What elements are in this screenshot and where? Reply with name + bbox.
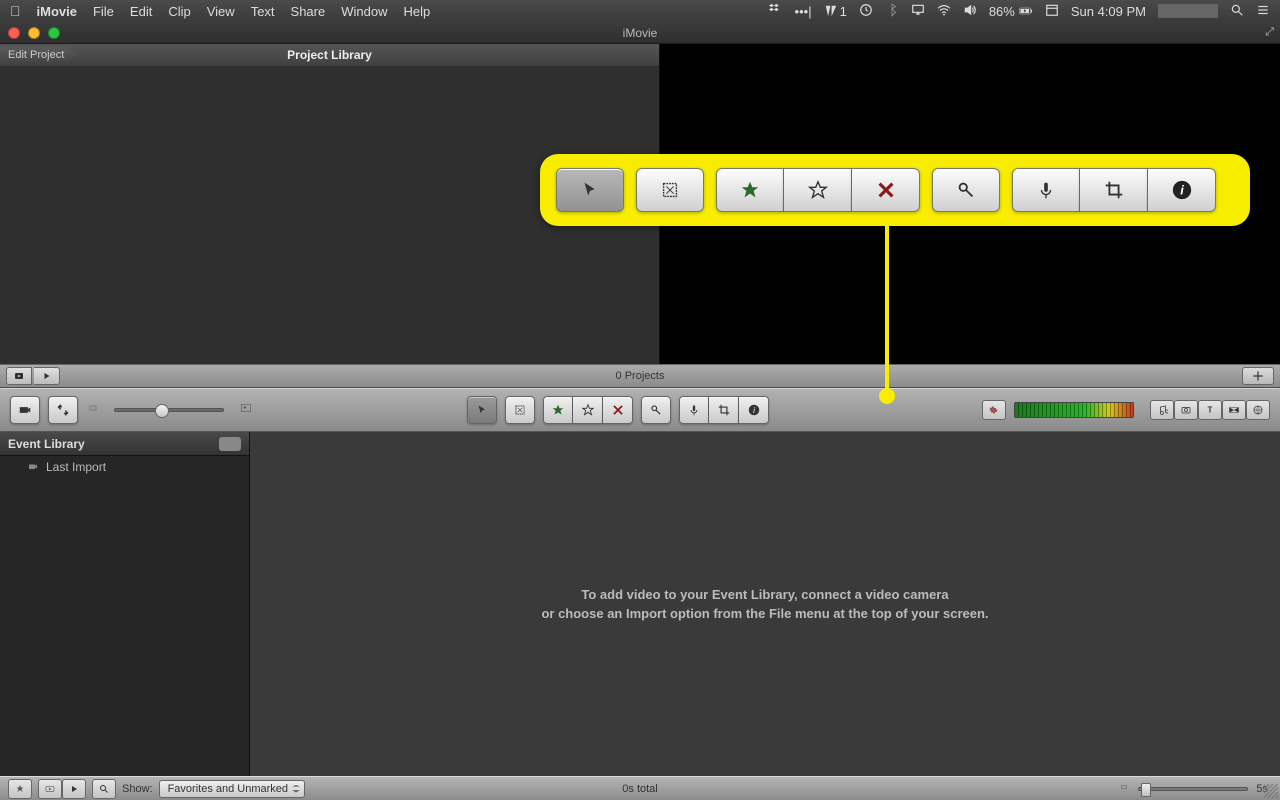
arrow-tool-button[interactable] bbox=[467, 396, 497, 424]
annot-voiceover-button[interactable] bbox=[1012, 168, 1080, 212]
annotation-callout: i bbox=[540, 154, 1250, 226]
thumb-small-icon bbox=[1118, 782, 1130, 795]
mac-menubar:  iMovie File Edit Clip View Text Share … bbox=[0, 0, 1280, 22]
event-browser: To add video to your Event Library, conn… bbox=[250, 432, 1280, 776]
audio-waveform-button[interactable] bbox=[982, 400, 1006, 420]
close-window-button[interactable] bbox=[8, 27, 20, 39]
date-icon[interactable] bbox=[1045, 3, 1059, 20]
play-project-button[interactable] bbox=[6, 367, 32, 385]
inspector-button[interactable]: i bbox=[739, 396, 769, 424]
wifi-icon[interactable] bbox=[937, 3, 951, 20]
svg-text:T: T bbox=[1208, 406, 1213, 415]
show-filter-select[interactable]: Favorites and Unmarked bbox=[159, 780, 305, 798]
annot-inspector-button[interactable]: i bbox=[1148, 168, 1216, 212]
time-machine-icon[interactable] bbox=[859, 3, 873, 20]
window-title: iMovie bbox=[623, 26, 658, 40]
menu-file[interactable]: File bbox=[93, 4, 114, 19]
edit-tool-button[interactable] bbox=[505, 396, 535, 424]
show-label: Show: bbox=[122, 783, 153, 795]
keyword-tool-button[interactable] bbox=[641, 396, 671, 424]
menu-share[interactable]: Share bbox=[291, 4, 326, 19]
app-name[interactable]: iMovie bbox=[37, 4, 77, 19]
import-camera-button[interactable] bbox=[10, 396, 40, 424]
annot-arrow-tool-button[interactable] bbox=[556, 168, 624, 212]
event-library-title: Event Library bbox=[8, 437, 85, 451]
project-strip: 0 Projects bbox=[0, 364, 1280, 388]
event-item-label: Last Import bbox=[46, 460, 106, 474]
frame-large-icon bbox=[238, 401, 254, 420]
volume-icon[interactable] bbox=[963, 3, 977, 20]
search-events-button[interactable] bbox=[92, 779, 116, 799]
annot-reject-button[interactable] bbox=[852, 168, 920, 212]
center-toolbar: i T bbox=[0, 388, 1280, 432]
bluetooth-icon[interactable] bbox=[885, 3, 899, 20]
project-count: 0 Projects bbox=[616, 370, 665, 382]
empty-event-message: To add video to your Event Library, conn… bbox=[541, 585, 988, 624]
play-event-fullscreen-button[interactable] bbox=[62, 779, 86, 799]
svg-text:i: i bbox=[753, 406, 755, 415]
resize-grip[interactable] bbox=[1264, 784, 1278, 798]
event-library-sidebar: Event Library Last Import bbox=[0, 432, 250, 776]
play-event-button[interactable] bbox=[38, 779, 62, 799]
event-total-duration: 0s total bbox=[622, 783, 657, 795]
window-titlebar: iMovie ⤢ bbox=[0, 22, 1280, 44]
bottom-strip: Show: Favorites and Unmarked 0s total 5s bbox=[0, 776, 1280, 800]
annot-crop-button[interactable] bbox=[1080, 168, 1148, 212]
airplay-icon[interactable] bbox=[911, 3, 925, 20]
favorite-button[interactable] bbox=[543, 396, 573, 424]
menu-extra-dots[interactable]: •••| bbox=[795, 4, 812, 19]
zoom-window-button[interactable] bbox=[48, 27, 60, 39]
crop-button[interactable] bbox=[709, 396, 739, 424]
transitions-browser-button[interactable] bbox=[1222, 400, 1246, 420]
unmark-button[interactable] bbox=[573, 396, 603, 424]
thumbnail-size-slider[interactable] bbox=[114, 408, 224, 412]
annot-favorite-button[interactable] bbox=[716, 168, 784, 212]
minimize-window-button[interactable] bbox=[28, 27, 40, 39]
clock[interactable]: Sun 4:09 PM bbox=[1071, 4, 1146, 19]
spotlight-icon[interactable] bbox=[1230, 3, 1244, 20]
fullscreen-icon[interactable]: ⤢ bbox=[1265, 26, 1274, 39]
annot-edit-tool-button[interactable] bbox=[636, 168, 704, 212]
frame-small-icon bbox=[86, 401, 100, 419]
menu-edit[interactable]: Edit bbox=[130, 4, 152, 19]
edit-project-breadcrumb[interactable]: Edit Project bbox=[0, 47, 76, 63]
menu-view[interactable]: View bbox=[207, 4, 235, 19]
drive-icon[interactable] bbox=[219, 437, 241, 451]
svg-text:i: i bbox=[1180, 183, 1184, 198]
new-project-button[interactable] bbox=[1242, 367, 1274, 385]
notification-center-icon[interactable] bbox=[1256, 3, 1270, 20]
menu-help[interactable]: Help bbox=[403, 4, 430, 19]
photo-browser-button[interactable] bbox=[1174, 400, 1198, 420]
music-browser-button[interactable] bbox=[1150, 400, 1174, 420]
annot-unmark-button[interactable] bbox=[784, 168, 852, 212]
play-fullscreen-button[interactable] bbox=[34, 367, 60, 385]
reject-button[interactable] bbox=[603, 396, 633, 424]
swap-layout-button[interactable] bbox=[48, 396, 78, 424]
titles-browser-button[interactable]: T bbox=[1198, 400, 1222, 420]
clip-thumbnail-slider[interactable] bbox=[1138, 787, 1248, 791]
menu-text[interactable]: Text bbox=[251, 4, 275, 19]
maps-browser-button[interactable] bbox=[1246, 400, 1270, 420]
voiceover-button[interactable] bbox=[679, 396, 709, 424]
user-name-redacted bbox=[1158, 4, 1218, 18]
menu-clip[interactable]: Clip bbox=[168, 4, 190, 19]
event-last-import[interactable]: Last Import bbox=[0, 456, 249, 478]
audio-level-meter bbox=[1014, 402, 1134, 418]
battery-indicator[interactable]: 86% bbox=[989, 4, 1033, 19]
annot-keyword-button[interactable] bbox=[932, 168, 1000, 212]
dropbox-icon[interactable] bbox=[769, 3, 783, 20]
project-library-title: Project Library bbox=[287, 48, 372, 62]
menu-window[interactable]: Window bbox=[341, 4, 387, 19]
toggle-favorites-button[interactable] bbox=[8, 779, 32, 799]
apple-icon[interactable]:  bbox=[10, 3, 21, 19]
adobe-cc-icon[interactable]: 1 bbox=[824, 4, 847, 19]
